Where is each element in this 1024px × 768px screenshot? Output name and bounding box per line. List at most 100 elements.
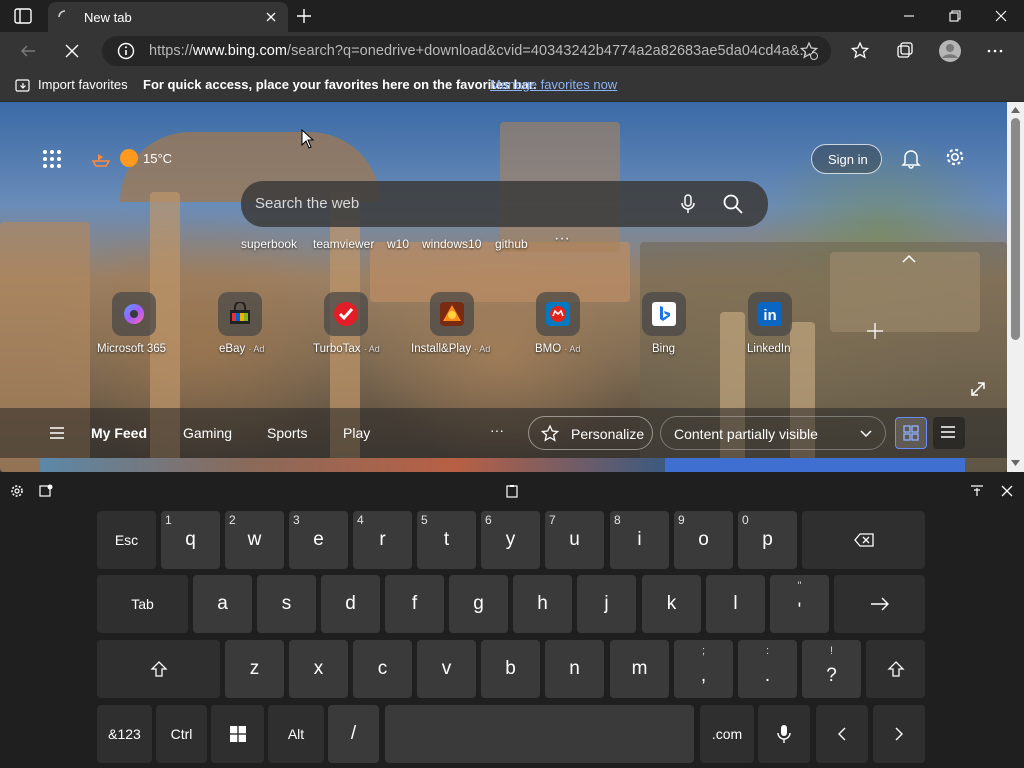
key-backspace[interactable] <box>802 511 925 569</box>
tab-close-icon[interactable] <box>264 10 278 24</box>
key-y[interactable]: 6y <box>481 511 540 569</box>
quick-search-link[interactable]: superbook <box>241 237 297 251</box>
key-z[interactable]: z <box>225 640 284 698</box>
favorites-icon[interactable] <box>850 41 870 61</box>
key-x[interactable]: x <box>289 640 348 698</box>
feed-more-button[interactable]: ··· <box>490 422 504 438</box>
voice-search-icon[interactable] <box>678 193 698 215</box>
quick-search-link[interactable]: w10 <box>387 237 409 251</box>
collections-icon[interactable] <box>895 41 915 61</box>
page-settings-gear-icon[interactable] <box>944 146 966 168</box>
key-m[interactable]: m <box>610 640 669 698</box>
site-info-icon[interactable] <box>116 41 136 61</box>
manage-favorites-link[interactable]: Manage favorites now <box>490 77 617 92</box>
key-o[interactable]: 9o <box>674 511 733 569</box>
tile-turbotax[interactable] <box>324 292 368 336</box>
key-tab[interactable]: Tab <box>97 575 188 633</box>
key-q[interactable]: 1q <box>161 511 220 569</box>
tile-linkedin[interactable]: in <box>748 292 792 336</box>
key-d[interactable]: d <box>321 575 380 633</box>
feed-tab-sports[interactable]: Sports <box>267 425 307 441</box>
key-slash[interactable]: / <box>328 705 379 763</box>
minimize-icon[interactable] <box>886 0 932 32</box>
key-u[interactable]: 7u <box>545 511 604 569</box>
key-i[interactable]: 8i <box>610 511 669 569</box>
add-favorite-icon[interactable] <box>799 41 819 61</box>
notifications-bell-icon[interactable] <box>900 147 922 169</box>
tile-install-and-play[interactable] <box>430 292 474 336</box>
expand-background-icon[interactable] <box>970 381 986 397</box>
key-period[interactable]: :. <box>738 640 797 698</box>
new-tab-icon[interactable] <box>294 6 314 26</box>
key-w[interactable]: 2w <box>225 511 284 569</box>
key-a[interactable]: a <box>193 575 252 633</box>
key-symbols[interactable]: &123 <box>97 705 152 763</box>
keyboard-emoji-icon[interactable] <box>39 484 53 498</box>
key-j[interactable]: j <box>577 575 636 633</box>
key-p[interactable]: 0p <box>738 511 797 569</box>
key-h[interactable]: h <box>513 575 572 633</box>
feed-tab-play[interactable]: Play <box>343 425 370 441</box>
key-l[interactable]: l <box>706 575 765 633</box>
key-right-arrow[interactable] <box>873 705 925 763</box>
key-r[interactable]: 4r <box>353 511 412 569</box>
key-shift-left[interactable] <box>97 640 220 698</box>
apps-launcher-icon[interactable] <box>42 149 62 169</box>
feed-tab-my-feed[interactable]: My Feed <box>91 425 147 441</box>
key-e[interactable]: 3e <box>289 511 348 569</box>
key-dictation[interactable] <box>758 705 810 763</box>
key-v[interactable]: v <box>417 640 476 698</box>
key-left-arrow[interactable] <box>816 705 868 763</box>
key-b[interactable]: b <box>481 640 540 698</box>
weather-temperature[interactable]: 15°C <box>143 151 172 166</box>
address-bar[interactable]: https://www.bing.com/search?q=onedrive+d… <box>102 36 831 66</box>
key-c[interactable]: c <box>353 640 412 698</box>
tile-bing[interactable] <box>642 292 686 336</box>
key-k[interactable]: k <box>642 575 701 633</box>
feed-tab-gaming[interactable]: Gaming <box>183 425 232 441</box>
content-visibility-dropdown[interactable]: Content partially visible <box>660 416 886 450</box>
profile-avatar-icon[interactable] <box>938 39 962 63</box>
quick-search-more-icon[interactable]: ··· <box>554 230 570 248</box>
quick-search-link[interactable]: github <box>495 237 528 251</box>
keyboard-dock-icon[interactable] <box>970 484 984 498</box>
scroll-down-icon[interactable] <box>1011 460 1020 466</box>
close-window-icon[interactable] <box>978 0 1024 32</box>
key-g[interactable]: g <box>449 575 508 633</box>
key-esc[interactable]: Esc <box>97 511 156 569</box>
grid-view-button[interactable] <box>895 417 927 449</box>
stop-loading-icon[interactable] <box>62 41 82 61</box>
key-space[interactable] <box>385 705 694 763</box>
key-n[interactable]: n <box>545 640 604 698</box>
settings-more-icon[interactable] <box>985 41 1005 61</box>
quick-search-link[interactable]: teamviewer <box>313 237 374 251</box>
import-favorites-link[interactable]: Import favorites <box>38 77 128 92</box>
key-f[interactable]: f <box>385 575 444 633</box>
key-question[interactable]: !? <box>802 640 861 698</box>
tile-microsoft-365[interactable] <box>112 292 156 336</box>
tile-bmo[interactable] <box>536 292 580 336</box>
tile-ebay[interactable] <box>218 292 262 336</box>
key-comma[interactable]: ;, <box>674 640 733 698</box>
restore-icon[interactable] <box>932 0 978 32</box>
url-text[interactable]: https://www.bing.com/search?q=onedrive+d… <box>149 43 812 59</box>
scrollbar-thumb[interactable] <box>1011 118 1020 340</box>
tab-actions-icon[interactable] <box>12 6 36 26</box>
sign-in-button[interactable]: Sign in <box>811 144 882 174</box>
page-scrollbar[interactable] <box>1007 102 1024 472</box>
key-windows[interactable] <box>211 705 264 763</box>
key-shift-right[interactable] <box>866 640 925 698</box>
keyboard-settings-icon[interactable] <box>10 484 24 498</box>
list-view-button[interactable] <box>933 417 965 449</box>
ship-icon[interactable] <box>90 147 112 169</box>
back-icon[interactable] <box>18 41 38 61</box>
tab-new-tab[interactable]: New tab <box>48 2 288 32</box>
key-ctrl[interactable]: Ctrl <box>156 705 207 763</box>
web-search-box[interactable]: Search the web <box>241 181 768 227</box>
collapse-chevron-up-icon[interactable] <box>901 253 917 265</box>
feed-menu-icon[interactable] <box>48 426 66 440</box>
key-t[interactable]: 5t <box>417 511 476 569</box>
keyboard-close-icon[interactable] <box>1000 484 1014 498</box>
quick-search-link[interactable]: windows10 <box>422 237 481 251</box>
scroll-up-icon[interactable] <box>1011 107 1020 113</box>
